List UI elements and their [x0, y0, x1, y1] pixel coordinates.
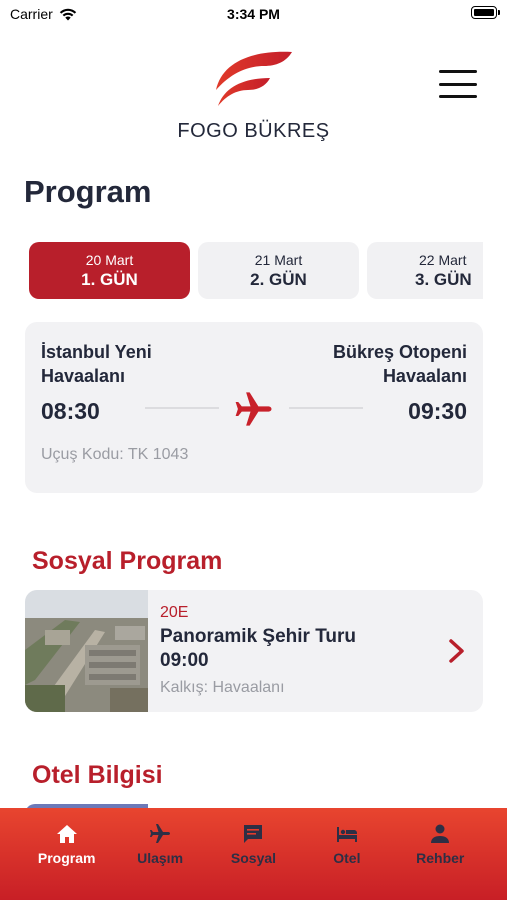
city-tour-image [25, 590, 148, 712]
departure-airport: İstanbul Yeni Havaalanı [41, 340, 152, 388]
bottom-tab-bar: Program Ulaşım Sosyal Otel Rehber [0, 808, 507, 900]
status-time: 3:34 PM [227, 6, 280, 22]
social-departure: Kalkış: Havaalanı [160, 679, 285, 696]
route-line-left [145, 407, 219, 409]
tab-label: Sosyal [230, 850, 277, 866]
tab-label: Program [37, 850, 96, 866]
status-bar: Carrier 3:34 PM [0, 0, 507, 28]
tab-label: Rehber [416, 850, 465, 866]
battery-icon [471, 6, 500, 19]
day-label: 3. GÜN [415, 270, 472, 289]
chevron-right-icon[interactable] [447, 638, 467, 664]
day-tab-2[interactable]: 21 Mart 2. GÜN [198, 242, 359, 299]
social-time: 09:00 [160, 650, 209, 671]
social-tag: 20E [160, 604, 189, 621]
day-label: 2. GÜN [250, 270, 307, 289]
arrival-airport-line1: Bükreş Otopeni [332, 342, 467, 362]
day-date: 20 Mart [85, 252, 134, 268]
page-title: Program [24, 174, 152, 209]
hotel-section-title: Otel Bilgisi [32, 761, 163, 789]
hamburger-menu-button[interactable] [439, 70, 477, 98]
tab-label: Ulaşım [137, 850, 184, 866]
social-name: Panoramik Şehir Turu [160, 626, 357, 647]
flight-code: Uçuş Kodu: TK 1043 [41, 446, 189, 463]
home-icon [56, 825, 77, 843]
airplane-icon [235, 392, 272, 426]
day-tab-3[interactable]: 22 Mart 3. GÜN [367, 242, 483, 299]
tab-program[interactable]: Program [27, 808, 107, 900]
departure-airport-line2: Havaalanı [41, 366, 126, 386]
menu-line [439, 70, 477, 73]
tab-rehber[interactable]: Rehber [400, 808, 480, 900]
arrival-time: 09:30 [408, 398, 467, 424]
chat-icon [244, 825, 263, 843]
person-icon [431, 824, 450, 843]
day-tab-1[interactable]: 20 Mart 1. GÜN [29, 242, 190, 299]
tab-sosyal[interactable]: Sosyal [213, 808, 293, 900]
departure-time: 08:30 [41, 398, 100, 424]
menu-line [439, 95, 477, 98]
social-section-title: Sosyal Program [32, 547, 223, 575]
arrival-airport: Bükreş Otopeni Havaalanı [333, 340, 467, 388]
airplane-icon [150, 824, 171, 843]
tab-otel[interactable]: Otel [307, 808, 387, 900]
menu-line [439, 82, 477, 86]
route-line-right [289, 407, 363, 409]
social-program-card[interactable]: 20E Panoramik Şehir Turu 09:00 Kalkış: H… [25, 590, 483, 712]
brand-name: FOGO BÜKREŞ [177, 120, 330, 142]
day-selector: 20 Mart 1. GÜN 21 Mart 2. GÜN 22 Mart 3.… [29, 242, 483, 300]
day-label: 1. GÜN [81, 270, 138, 289]
day-date: 22 Mart [419, 252, 467, 268]
tab-ulasim[interactable]: Ulaşım [120, 808, 200, 900]
fogo-logo [216, 51, 292, 106]
flight-card[interactable]: İstanbul Yeni Havaalanı Bükreş Otopeni H… [25, 322, 483, 493]
tab-label: Otel [333, 850, 361, 866]
day-date: 21 Mart [254, 252, 303, 268]
arrival-airport-line2: Havaalanı [382, 366, 467, 386]
departure-airport-line1: İstanbul Yeni [41, 342, 152, 362]
bed-icon [336, 827, 357, 842]
